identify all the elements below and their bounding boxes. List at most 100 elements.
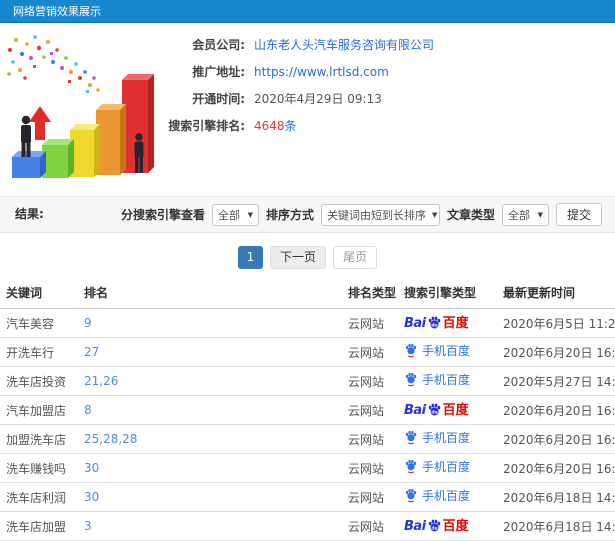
col-rank-type: 排名类型 bbox=[342, 282, 398, 309]
rank-count-suffix: 条 bbox=[284, 119, 297, 133]
page-button-current[interactable]: 1 bbox=[237, 246, 263, 269]
rank-type-cell: 云网站 bbox=[342, 308, 398, 338]
rank-cell[interactable]: 27 bbox=[78, 337, 342, 367]
baidu-paw-icon bbox=[405, 372, 417, 387]
update-time-cell: 2020年6月5日 11:24 bbox=[497, 308, 615, 338]
keyword-cell: 汽车加盟店 bbox=[0, 395, 78, 425]
sort-select[interactable]: 关键词由短到长排序 ▼ bbox=[320, 203, 440, 226]
mobile-baidu-logo: 手机百度 bbox=[404, 430, 470, 445]
article-type-select[interactable]: 全部 ▼ bbox=[501, 203, 549, 226]
keyword-cell: 开洗车行 bbox=[0, 337, 78, 367]
chevron-down-icon: ▼ bbox=[537, 210, 543, 219]
rank-cell[interactable]: 30 bbox=[78, 482, 342, 512]
last-page-button[interactable]: 尾页 bbox=[333, 246, 378, 269]
engine-cell: Bai du 百度 bbox=[398, 511, 497, 541]
col-rank: 排名 bbox=[78, 282, 342, 309]
page: 网络营销效果展示 会员公司: 山东老人头汽车服务咨询有限公司 推广地址: htt… bbox=[0, 0, 615, 541]
update-time-cell: 2020年6月20日 16:12 bbox=[497, 395, 615, 425]
info-row-rank-count: 搜索引擎排名: 4648条 bbox=[140, 112, 610, 139]
rank-type-cell: 云网站 bbox=[342, 424, 398, 454]
confetti-dots bbox=[7, 35, 100, 93]
bar-green bbox=[42, 139, 74, 178]
company-label: 会员公司: bbox=[192, 38, 245, 52]
baidu-paw-icon: du bbox=[428, 403, 440, 415]
update-time-cell: 2020年6月20日 16:12 bbox=[497, 453, 615, 483]
engine-cell: Bai du 百度 bbox=[398, 424, 497, 454]
mobile-baidu-logo: 手机百度 bbox=[404, 343, 470, 358]
keyword-cell: 洗车店加盟 bbox=[0, 511, 78, 541]
table-row: 汽车美容 9 云网站 Bai du 百度 2020年6月5日 11:24 bbox=[0, 308, 615, 338]
info-row-company: 会员公司: 山东老人头汽车服务咨询有限公司 bbox=[140, 31, 610, 58]
page-title: 网络营销效果展示 bbox=[13, 5, 101, 18]
table-row: 洗车店利润 30 云网站 Bai du 百度 bbox=[0, 482, 615, 512]
up-arrow-icon bbox=[29, 106, 51, 140]
mobile-baidu-logo: 手机百度 bbox=[404, 459, 470, 474]
chevron-down-icon: ▼ bbox=[247, 210, 253, 219]
baidu-paw-icon bbox=[405, 488, 417, 503]
keyword-cell: 洗车店投资 bbox=[0, 366, 78, 396]
baidu-paw-icon bbox=[405, 459, 417, 474]
update-time-cell: 2020年6月18日 14:27 bbox=[497, 482, 615, 512]
table-row: 开洗车行 27 云网站 Bai du 百度 bbox=[0, 337, 615, 367]
engine-cell: Bai du 百度 bbox=[398, 395, 497, 425]
rank-cell[interactable]: 9 bbox=[78, 308, 342, 338]
engine-cell: Bai du 百度 bbox=[398, 482, 497, 512]
baidu-logo: Bai du 百度 bbox=[404, 518, 469, 534]
svg-text:du: du bbox=[431, 525, 437, 531]
engine-cell: Bai du 百度 bbox=[398, 366, 497, 396]
col-update-time: 最新更新时间 bbox=[497, 282, 615, 309]
engine-view-label: 分搜索引擎查看 bbox=[120, 208, 205, 222]
engine-view-selected: 全部 bbox=[217, 208, 240, 222]
bar-yellow bbox=[70, 124, 100, 177]
table-header-row: 关键词 排名 排名类型 搜索引擎类型 最新更新时间 bbox=[0, 282, 615, 309]
next-page-button[interactable]: 下一页 bbox=[269, 246, 326, 269]
engine-view-select[interactable]: 全部 ▼ bbox=[211, 203, 259, 226]
rank-type-cell: 云网站 bbox=[342, 337, 398, 367]
rank-type-cell: 云网站 bbox=[342, 366, 398, 396]
bar-orange bbox=[96, 104, 126, 175]
mobile-baidu-logo: 手机百度 bbox=[404, 488, 470, 503]
open-time-value: 2020年4月29日 09:13 bbox=[254, 92, 382, 106]
update-time-cell: 2020年5月27日 14:58 bbox=[497, 366, 615, 396]
sort-selected: 关键词由短到长排序 bbox=[326, 208, 426, 222]
info-row-opened: 开通时间: 2020年4月29日 09:13 bbox=[140, 85, 610, 112]
promo-url-label: 推广地址: bbox=[192, 65, 245, 79]
keyword-cell: 汽车美容 bbox=[0, 308, 78, 338]
sort-label: 排序方式 bbox=[265, 208, 314, 222]
rank-cell[interactable]: 25,28,28 bbox=[78, 424, 342, 454]
table-row: 汽车加盟店 8 云网站 Bai du 百度 2020年6月20日 16 bbox=[0, 395, 615, 425]
article-type-label: 文章类型 bbox=[446, 208, 495, 222]
update-time-cell: 2020年6月20日 16:16 bbox=[497, 337, 615, 367]
article-type-selected: 全部 bbox=[507, 208, 530, 222]
engine-cell: Bai du 百度 bbox=[398, 308, 497, 338]
filter-controls: 分搜索引擎查看 全部 ▼ 排序方式 关键词由短到长排序 ▼ 文章类型 全部 ▼ … bbox=[121, 197, 602, 232]
baidu-logo: Bai du 百度 bbox=[404, 315, 469, 331]
baidu-paw-icon: du bbox=[428, 316, 440, 328]
keyword-cell: 洗车赚钱吗 bbox=[0, 453, 78, 483]
update-time-cell: 2020年6月20日 16:11 bbox=[497, 424, 615, 454]
businessman-left bbox=[21, 115, 31, 157]
table-row: 洗车赚钱吗 30 云网站 Bai du 百度 bbox=[0, 453, 615, 483]
info-row-url: 推广地址: https://www.lrtlsd.com bbox=[140, 58, 610, 85]
baidu-logo: Bai du 百度 bbox=[404, 402, 469, 418]
baidu-paw-icon bbox=[405, 430, 417, 445]
rank-cell[interactable]: 8 bbox=[78, 395, 342, 425]
company-info: 会员公司: 山东老人头汽车服务咨询有限公司 推广地址: https://www.… bbox=[140, 31, 610, 139]
col-engine-type: 搜索引擎类型 bbox=[398, 282, 497, 309]
keyword-cell: 洗车店利润 bbox=[0, 482, 78, 512]
rank-cell[interactable]: 30 bbox=[78, 453, 342, 483]
company-link[interactable]: 山东老人头汽车服务咨询有限公司 bbox=[254, 36, 434, 53]
engine-cell: Bai du 百度 bbox=[398, 337, 497, 367]
app-header: 网络营销效果展示 bbox=[0, 0, 615, 23]
rank-type-cell: 云网站 bbox=[342, 482, 398, 512]
rank-cell[interactable]: 3 bbox=[78, 511, 342, 541]
rank-cell[interactable]: 21,26 bbox=[78, 366, 342, 396]
rank-type-cell: 云网站 bbox=[342, 511, 398, 541]
promo-url-link[interactable]: https://www.lrtlsd.com bbox=[254, 65, 389, 79]
svg-text:du: du bbox=[431, 322, 437, 328]
mobile-baidu-logo: 手机百度 bbox=[404, 372, 470, 387]
pagination: 1 下一页 尾页 bbox=[0, 246, 615, 269]
keyword-cell: 加盟洗车店 bbox=[0, 424, 78, 454]
submit-button[interactable]: 提交 bbox=[555, 203, 602, 226]
table-row: 加盟洗车店 25,28,28 云网站 Bai du 百度 bbox=[0, 424, 615, 454]
